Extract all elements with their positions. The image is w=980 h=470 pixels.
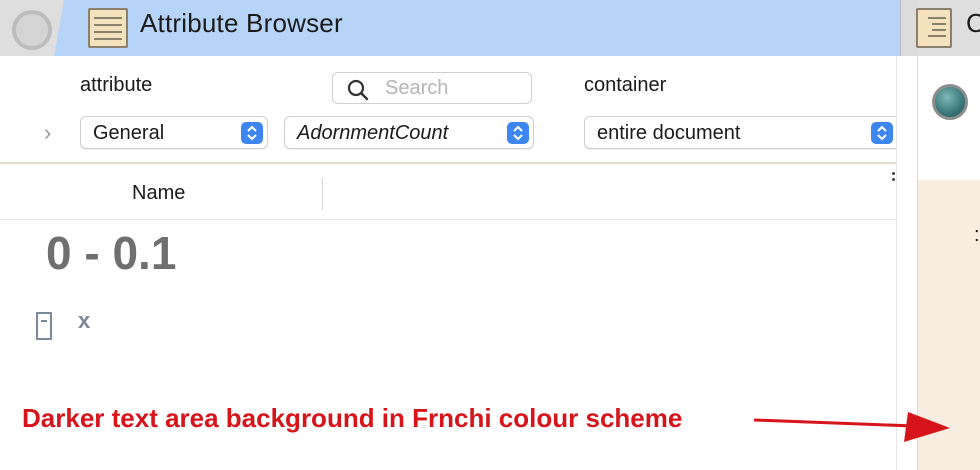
column-divider[interactable] [322,178,323,210]
attribute-popup[interactable]: AdornmentCount [284,116,534,149]
text-area-glyph: : [974,224,980,246]
outline-document-icon [916,8,952,48]
toolbar-divider [0,162,896,164]
attribute-label: attribute [80,74,153,96]
column-header-row: Name [0,168,896,220]
window-control-button[interactable] [12,10,52,50]
search-icon [347,79,369,101]
container-label: container [584,74,667,96]
attribute-value: AdornmentCount [297,122,449,144]
group-label: 0 - 0.1 [46,227,177,279]
search-placeholder: Search [385,77,449,99]
column-header-name[interactable]: Name [132,182,185,205]
attribute-toolbar: attribute container Search › General Ado… [0,56,914,162]
annotation-text: Darker text area background in Frnchi co… [22,403,683,433]
list-item[interactable]: x [78,308,90,334]
attribute-group-popup[interactable]: General [80,116,268,149]
note-icon [36,312,52,340]
chevron-right-icon[interactable]: › [44,120,51,146]
attribute-group-value: General [93,122,165,144]
other-tab-title: C [966,8,980,38]
container-popup[interactable]: entire document [584,116,914,149]
annotation-arrow-icon [753,412,950,442]
search-field[interactable]: Search [332,72,532,104]
note-color-badge-icon[interactable] [932,84,968,120]
popup-stepper-icon [871,122,893,144]
tab-title: Attribute Browser [140,8,343,38]
container-value: entire document [597,122,741,144]
popup-stepper-icon [507,122,529,144]
document-icon [88,8,128,48]
popup-stepper-icon [241,122,263,144]
